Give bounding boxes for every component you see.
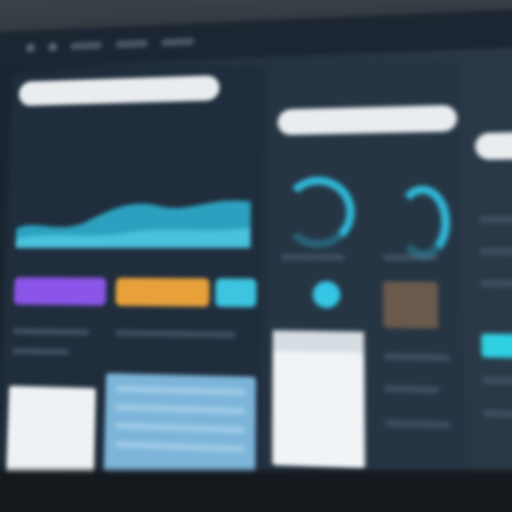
- highlight-bar[interactable]: [481, 334, 512, 360]
- table-line: [115, 422, 245, 433]
- monitor-bezel: [0, 470, 512, 512]
- window-dot-icon[interactable]: [48, 42, 58, 52]
- right-panel-header: [475, 131, 512, 160]
- right-panel: [467, 53, 512, 488]
- text-line: [281, 254, 344, 260]
- middle-panel-header: [278, 105, 458, 135]
- table-line: [116, 386, 246, 396]
- progress-segment-purple: [14, 277, 107, 305]
- toolbar-tab[interactable]: [161, 38, 194, 47]
- window-dot-icon[interactable]: [26, 43, 35, 53]
- table-line: [114, 441, 245, 452]
- monitor-screen: [0, 7, 512, 502]
- toolbar-tab[interactable]: [115, 39, 148, 48]
- table-line: [115, 404, 245, 414]
- donut-chart-icon: [281, 176, 355, 248]
- donut-chart-icon: [395, 185, 451, 258]
- stat-block: [383, 281, 438, 328]
- text-line: [479, 216, 512, 223]
- data-table-preview[interactable]: [104, 373, 256, 483]
- report-card[interactable]: [272, 330, 365, 469]
- document-thumbnail[interactable]: [6, 386, 96, 481]
- toolbar-tab[interactable]: [70, 41, 102, 50]
- status-dot-icon: [313, 281, 341, 308]
- text-line: [479, 248, 512, 254]
- area-chart: [16, 188, 251, 248]
- blurred-dashboard-scene: [0, 0, 512, 512]
- text-line: [480, 280, 512, 287]
- progress-segment-cyan: [215, 278, 256, 307]
- progress-segment-orange: [115, 278, 209, 307]
- text-line: [384, 353, 450, 361]
- text-line: [12, 348, 70, 355]
- report-card-header: [273, 330, 365, 353]
